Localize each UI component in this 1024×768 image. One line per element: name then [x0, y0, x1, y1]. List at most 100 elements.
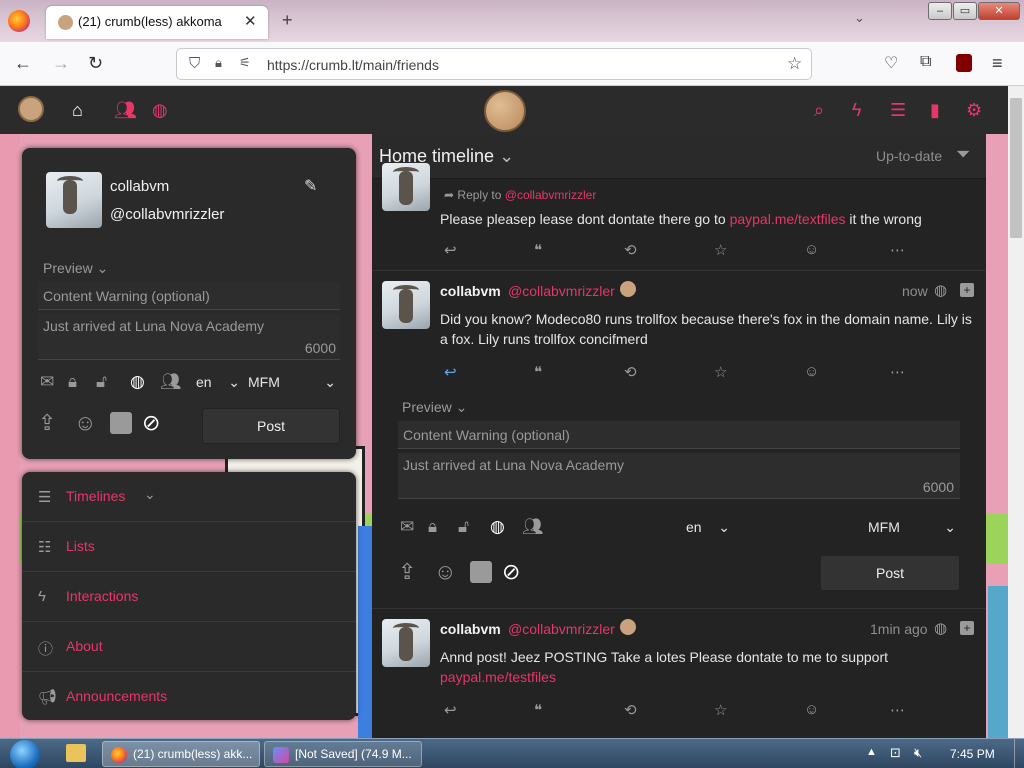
unlock-icon[interactable]: 🔓︎	[458, 517, 469, 537]
globe-icon[interactable]: ◍	[130, 372, 145, 392]
upload-icon[interactable]: ⇪	[38, 410, 56, 436]
network-icon[interactable]: ⊡	[890, 745, 901, 761]
quote-icon[interactable]: ❝	[534, 701, 542, 719]
content-warning-field[interactable]: Content Warning (optional)	[38, 282, 340, 310]
post-author-handle[interactable]: @collabvmrizzler	[508, 283, 615, 299]
tracking-shield-icon[interactable]: ⛉	[189, 55, 200, 72]
tab-close-icon[interactable]: ✕	[244, 12, 257, 30]
post-author-name[interactable]: collabvm	[440, 621, 501, 637]
expand-icon[interactable]: +	[960, 621, 974, 635]
upload-icon[interactable]: ⇪	[398, 559, 416, 585]
bookmark-star-icon[interactable]: ☆	[787, 54, 802, 74]
window-close-button[interactable]: ✕	[978, 2, 1020, 20]
post-button[interactable]: Post	[202, 408, 340, 444]
menu-item-timelines[interactable]: ☰ Timelines ⌄	[22, 472, 356, 522]
repeat-icon[interactable]: ⟲	[624, 363, 637, 381]
search-icon[interactable]: ⌕	[814, 100, 824, 121]
users-icon[interactable]: 👥︎	[522, 517, 544, 537]
emoji-icon[interactable]: ☺	[74, 410, 96, 436]
new-tab-icon[interactable]: +	[282, 10, 293, 31]
explorer-icon[interactable]	[66, 744, 86, 762]
post-link[interactable]: paypal.me/textfiles	[730, 211, 846, 227]
content-warning-field[interactable]: Content Warning (optional)	[398, 421, 960, 449]
menu-item-announcements[interactable]: 📢︎ Announcements	[22, 672, 356, 722]
extensions-icon[interactable]: ⧉	[920, 53, 931, 71]
language-select[interactable]: en ⌄	[686, 519, 732, 541]
lock-icon[interactable]: 🔒︎	[68, 372, 77, 392]
users-icon[interactable]: 👥︎	[160, 372, 182, 392]
start-button[interactable]	[10, 740, 40, 768]
taskbar-other-app[interactable]: [Not Saved] (74.9 M...	[264, 741, 422, 767]
post-author-handle[interactable]: @collabvmrizzler	[508, 621, 615, 637]
avatar[interactable]	[382, 281, 430, 329]
reload-icon[interactable]: ↻	[88, 53, 103, 74]
reply-icon[interactable]: ↩	[444, 363, 457, 381]
home-icon[interactable]: ⌂	[72, 100, 83, 121]
back-icon[interactable]: ←	[14, 53, 32, 74]
star-icon[interactable]: ☆	[714, 701, 727, 719]
more-icon[interactable]: ⋯	[890, 363, 905, 381]
site-logo-icon[interactable]	[484, 90, 526, 132]
list-tabs-icon[interactable]: ⌄	[854, 10, 865, 26]
list-icon[interactable]: ☰	[890, 100, 906, 121]
forward-icon[interactable]: →	[52, 53, 70, 74]
post-author-name[interactable]: collabvm	[440, 283, 501, 299]
more-icon[interactable]: ⋯	[890, 701, 905, 719]
lock-icon[interactable]: 🔒︎	[428, 517, 437, 537]
more-icon[interactable]: ⋯	[890, 241, 905, 259]
quote-icon[interactable]: ❝	[534, 241, 542, 259]
unlock-icon[interactable]: 🔓︎	[96, 372, 107, 392]
eye-slash-icon[interactable]: ⊘	[142, 410, 160, 436]
reply-to-handle[interactable]: @collabvmrizzler	[505, 188, 597, 202]
profile-handle[interactable]: @collabvmrizzler	[110, 206, 224, 223]
direct-message-icon[interactable]: ✉	[400, 517, 414, 537]
window-maximize-button[interactable]: ▭	[953, 2, 977, 20]
volume-muted-icon[interactable]: 🔇︎	[914, 745, 922, 761]
direct-message-icon[interactable]: ✉	[40, 372, 54, 392]
post-time[interactable]: 1min ago	[870, 621, 928, 637]
pocket-icon[interactable]: ♡	[884, 53, 898, 73]
post-link[interactable]: paypal.me/testfiles	[440, 669, 556, 685]
emoji-react-icon[interactable]: ☺	[804, 363, 819, 380]
url-bar[interactable]: ⛉ 🔒︎ ⚟ https://crumb.lt/main/friends ☆	[176, 48, 812, 80]
tray-expand-icon[interactable]: ▲	[866, 746, 877, 758]
format-select[interactable]: MFM ⌄	[868, 519, 958, 541]
post-time[interactable]: now	[902, 283, 928, 299]
post-textarea[interactable]: Just arrived at Luna Nova Academy 6000	[38, 314, 340, 360]
edit-profile-icon[interactable]: ✎	[304, 176, 317, 196]
cookie-logo-icon[interactable]	[18, 96, 44, 122]
post-button[interactable]: Post	[820, 555, 960, 591]
scrollbar-thumb[interactable]	[1010, 98, 1022, 238]
avatar[interactable]	[382, 619, 430, 667]
eye-slash-icon[interactable]: ⊘	[502, 559, 520, 585]
browser-tab[interactable]: (21) crumb(less) akkoma ✕	[46, 6, 268, 39]
bookmark-icon[interactable]: ▮	[930, 100, 940, 121]
emoji-react-icon[interactable]: ☺	[804, 241, 819, 258]
expand-icon[interactable]: +	[960, 283, 974, 297]
settings-gear-icon[interactable]: ⚙	[966, 100, 982, 121]
avatar[interactable]	[46, 172, 102, 228]
preview-toggle[interactable]: Preview ⌄	[43, 260, 108, 277]
filter-icon[interactable]: ⏷	[956, 144, 970, 165]
url-text[interactable]: https://crumb.lt/main/friends	[267, 57, 439, 73]
app-menu-icon[interactable]: ≡	[992, 53, 1003, 74]
permissions-icon[interactable]: ⚟	[239, 55, 251, 71]
reply-icon[interactable]: ↩	[444, 241, 457, 259]
quote-icon[interactable]: ❝	[534, 363, 542, 381]
star-icon[interactable]: ☆	[714, 241, 727, 259]
profile-name[interactable]: collabvm	[110, 178, 169, 195]
menu-item-interactions[interactable]: ϟ Interactions	[22, 572, 356, 622]
emoji-icon[interactable]: ☺	[434, 559, 456, 585]
poll-icon[interactable]	[110, 412, 132, 434]
language-select[interactable]: en ⌄	[196, 374, 242, 396]
page-scrollbar[interactable]	[1008, 86, 1024, 738]
globe-icon[interactable]: ◍	[152, 100, 168, 121]
star-icon[interactable]: ☆	[714, 363, 727, 381]
menu-item-lists[interactable]: ☷ Lists	[22, 522, 356, 572]
firefox-icon[interactable]	[8, 10, 30, 32]
emoji-react-icon[interactable]: ☺	[804, 701, 819, 718]
poll-icon[interactable]	[470, 561, 492, 583]
menu-item-about[interactable]: ⓘ About	[22, 622, 356, 672]
users-icon[interactable]: 👥︎	[114, 100, 137, 121]
globe-icon[interactable]: ◍	[490, 517, 505, 537]
